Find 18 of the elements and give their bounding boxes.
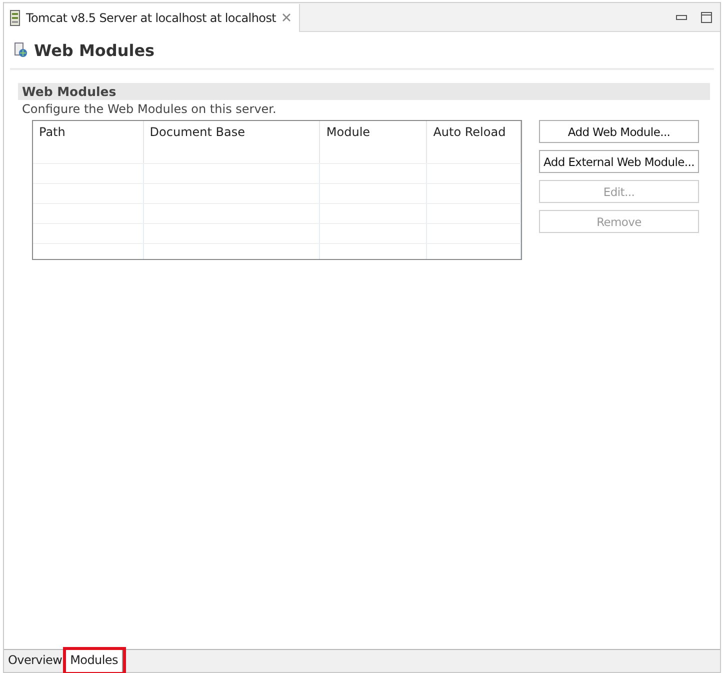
action-button[interactable]: Add External Web Module... bbox=[539, 150, 699, 173]
section-description: Configure the Web Modules on this server. bbox=[21, 101, 278, 118]
action-button[interactable]: Add Web Module... bbox=[539, 120, 699, 143]
section-header: Web Modules bbox=[18, 83, 710, 100]
close-icon[interactable] bbox=[282, 13, 292, 22]
column-header[interactable]: Module bbox=[320, 121, 428, 163]
page-tab[interactable]: Overview bbox=[4, 650, 66, 672]
column-header[interactable]: Auto Reload bbox=[427, 121, 521, 163]
module-icon bbox=[14, 42, 28, 58]
column-header[interactable]: Document Base bbox=[144, 121, 320, 163]
page-title: Web Modules bbox=[34, 40, 155, 60]
column-header[interactable]: Path bbox=[33, 121, 144, 163]
minimize-icon[interactable] bbox=[676, 14, 687, 20]
maximize-icon[interactable] bbox=[701, 12, 712, 22]
page-tab[interactable]: Modules bbox=[66, 650, 123, 672]
editor-tab-title: Tomcat v8.5 Server at localhost at localhost bbox=[26, 10, 276, 24]
editor-tab[interactable]: Tomcat v8.5 Server at localhost at localhost bbox=[4, 4, 300, 32]
server-icon bbox=[10, 10, 20, 26]
